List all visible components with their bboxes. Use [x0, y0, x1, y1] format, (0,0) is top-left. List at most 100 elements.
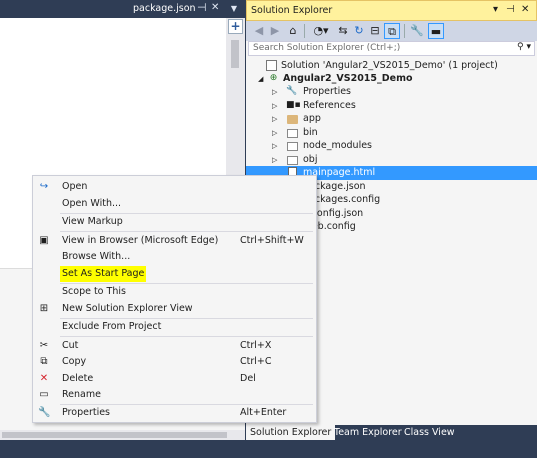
menu-item-label: Copy	[62, 356, 87, 367]
wrench-icon: 🔧	[38, 407, 51, 418]
editor-tab-label: package.json	[133, 3, 196, 14]
toolbar-separator	[404, 24, 405, 38]
open-arrow-icon: ↪	[39, 181, 49, 192]
solution-explorer-toolbar: ◀ ▶ ⌂ ◔▾ ⇆ ↻ ⊟ ⧉ 🔧 ▬	[246, 21, 537, 41]
menu-item-new-solution-explorer-view[interactable]: ⊞ New Solution Explorer View	[33, 301, 316, 317]
tree-item-label: node_modules	[303, 140, 373, 151]
copy-icon: ⧉	[40, 356, 48, 367]
rename-icon: ▭	[39, 389, 49, 400]
dropdown-icon[interactable]: ▾	[493, 4, 498, 15]
web-project-icon: ⊕	[269, 73, 278, 83]
menu-item-cut[interactable]: ✂ Cut Ctrl+X	[33, 338, 316, 354]
collapsed-triangle-icon[interactable]: ▷	[272, 85, 277, 99]
tree-item-label: Solution 'Angular2_VS2015_Demo' (1 proje…	[281, 60, 498, 71]
folder-icon	[287, 142, 298, 151]
sync-icon[interactable]: ⇆	[336, 23, 350, 39]
menu-item-copy[interactable]: ⧉ Copy Ctrl+C	[33, 354, 316, 370]
menu-item-label: Browse With...	[62, 251, 131, 262]
tree-item-properties[interactable]: ▷ 🔧 Properties	[246, 85, 537, 99]
tree-item-project[interactable]: ◢ ⊕ Angular2_VS2015_Demo	[246, 72, 537, 86]
close-icon[interactable]: ✕	[521, 4, 529, 15]
menu-item-properties[interactable]: 🔧 Properties Alt+Enter	[33, 405, 316, 421]
menu-item-shortcut: Ctrl+C	[240, 356, 272, 367]
tab-team-explorer[interactable]: Team Explorer	[330, 425, 406, 440]
back-icon[interactable]: ◀	[252, 23, 266, 39]
menu-item-shortcut: Del	[240, 373, 256, 384]
menu-item-shortcut: Ctrl+X	[240, 340, 272, 351]
menu-item-set-as-start-page[interactable]: Set As Start Page	[33, 266, 316, 282]
collapse-all-icon[interactable]: ⊟	[368, 23, 382, 39]
menu-item-label: Set As Start Page	[60, 266, 147, 282]
menu-item-label: Rename	[62, 389, 101, 400]
pending-changes-filter-icon[interactable]: ◔▾	[310, 23, 332, 39]
pin-icon[interactable]: ⊣	[506, 4, 515, 15]
expanded-triangle-icon[interactable]: ◢	[258, 72, 263, 86]
folder-icon	[287, 156, 298, 165]
editor-tab-package-json[interactable]: package.json ⊣ ✕ ▼	[133, 0, 245, 18]
collapsed-triangle-icon[interactable]: ▷	[272, 99, 277, 113]
collapsed-triangle-icon[interactable]: ▷	[272, 139, 277, 153]
solution-explorer-titlebar: Solution Explorer ▾ ⊣ ✕	[246, 0, 537, 21]
tree-item-app[interactable]: ▷ app	[246, 112, 537, 126]
tab-solution-explorer[interactable]: Solution Explorer	[246, 425, 336, 440]
menu-item-open-with[interactable]: Open With...	[33, 196, 316, 212]
menu-item-view-markup[interactable]: View Markup	[33, 214, 316, 230]
pin-icon[interactable]: ⊣	[197, 1, 207, 14]
tab-class-view[interactable]: Class View	[400, 425, 459, 440]
tree-item-label: app	[303, 113, 321, 124]
delete-x-icon: ✕	[39, 373, 49, 384]
tree-item-node-modules[interactable]: ▷ node_modules	[246, 139, 537, 153]
wrench-icon[interactable]: 🔧	[410, 23, 424, 39]
search-placeholder: Search Solution Explorer (Ctrl+;)	[253, 43, 401, 53]
show-all-files-icon[interactable]: ⧉	[384, 23, 400, 39]
collapsed-triangle-icon[interactable]: ▷	[272, 126, 277, 140]
menu-item-label: New Solution Explorer View	[62, 303, 193, 314]
editor-tab-strip: package.json ⊣ ✕ ▼	[0, 0, 245, 18]
refresh-icon[interactable]: ↻	[352, 23, 366, 39]
tree-item-label: obj	[303, 154, 318, 165]
collapsed-triangle-icon[interactable]: ▷	[272, 112, 277, 126]
menu-item-exclude-from-project[interactable]: Exclude From Project	[33, 319, 316, 335]
menu-item-label: View Markup	[62, 216, 123, 227]
tree-item-bin[interactable]: ▷ bin	[246, 126, 537, 140]
menu-item-label: Properties	[62, 407, 111, 418]
menu-item-browse-with[interactable]: Browse With...	[33, 249, 316, 265]
collapsed-triangle-icon[interactable]: ▷	[272, 153, 277, 167]
tree-item-references[interactable]: ▷ ■▪ References	[246, 99, 537, 113]
tree-item-solution[interactable]: Solution 'Angular2_VS2015_Demo' (1 proje…	[246, 59, 537, 73]
menu-item-label: Open	[62, 181, 88, 192]
menu-separator	[60, 336, 313, 337]
home-icon[interactable]: ⌂	[286, 23, 300, 39]
context-menu: ↪ Open Open With... View Markup ▣ View i…	[32, 175, 317, 423]
tree-item-label: Properties	[303, 86, 352, 97]
menu-item-label: Cut	[62, 340, 79, 351]
browser-icon: ▣	[39, 235, 49, 246]
tool-window-tabs: Solution Explorer Team Explorer Class Vi…	[246, 425, 537, 440]
hscroll-thumb[interactable]	[2, 432, 227, 438]
menu-item-rename[interactable]: ▭ Rename	[33, 387, 316, 403]
folder-icon	[287, 129, 298, 138]
references-icon: ■▪	[286, 100, 301, 110]
menu-item-open[interactable]: ↪ Open	[33, 179, 316, 195]
menu-item-scope-to-this[interactable]: Scope to This	[33, 284, 316, 300]
chevron-down-icon[interactable]: ▼	[231, 4, 237, 13]
new-view-icon: ⊞	[39, 303, 49, 314]
split-plus-icon[interactable]: +	[228, 19, 243, 34]
menu-separator	[60, 231, 313, 232]
search-input[interactable]: Search Solution Explorer (Ctrl+;) ⚲ ▾	[248, 41, 535, 56]
forward-icon[interactable]: ▶	[268, 23, 282, 39]
menu-item-label: Delete	[62, 373, 94, 384]
folder-icon	[287, 115, 298, 124]
close-tab-icon[interactable]: ✕	[211, 2, 219, 13]
menu-item-view-in-browser[interactable]: ▣ View in Browser (Microsoft Edge) Ctrl+…	[33, 233, 316, 249]
menu-item-label: Open With...	[62, 198, 122, 209]
search-icon[interactable]: ⚲ ▾	[517, 42, 531, 52]
menu-item-label: View in Browser (Microsoft Edge)	[62, 235, 219, 246]
scroll-thumb[interactable]	[231, 40, 239, 68]
solution-icon	[266, 60, 277, 71]
menu-item-delete[interactable]: ✕ Delete Del	[33, 371, 316, 387]
toolbar-separator	[304, 24, 305, 38]
tree-item-obj[interactable]: ▷ obj	[246, 153, 537, 167]
editor-horizontal-scrollbar[interactable]	[0, 430, 245, 440]
preview-selected-icon[interactable]: ▬	[428, 23, 444, 39]
